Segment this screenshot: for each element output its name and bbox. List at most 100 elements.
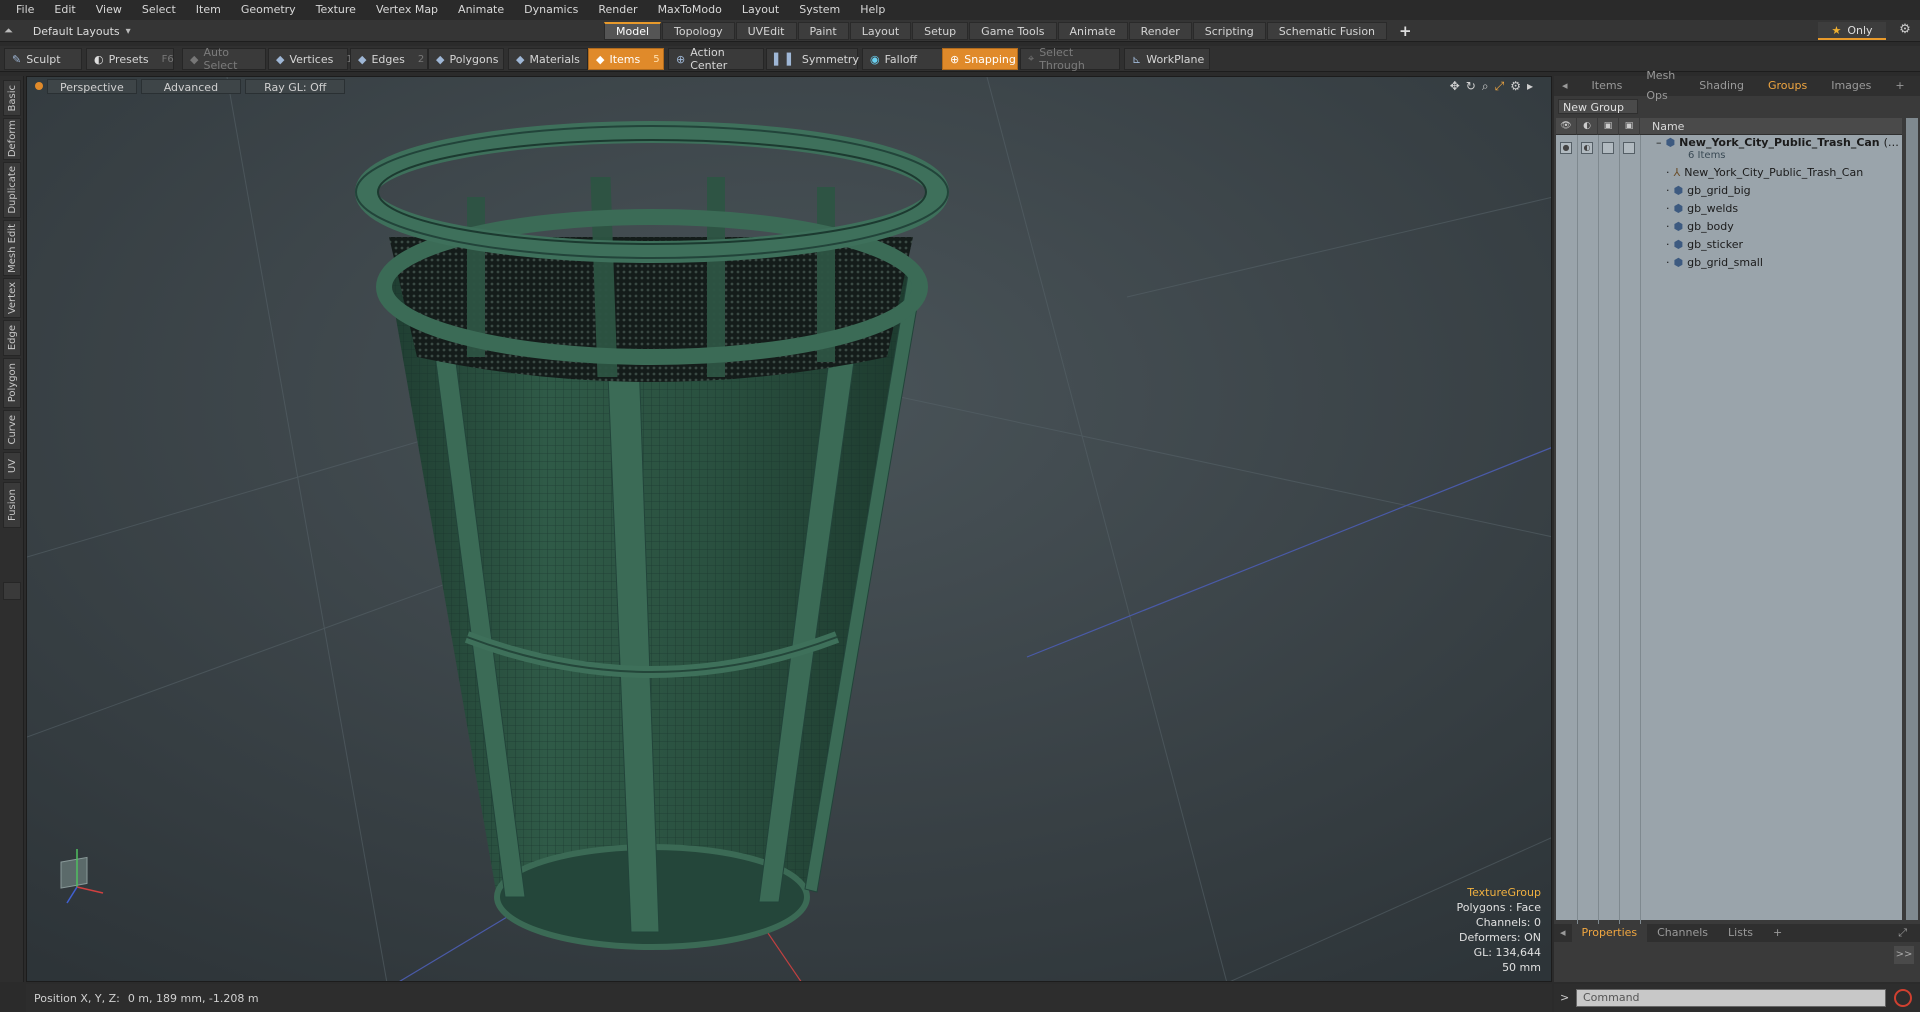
edges-button[interactable]: ◆ Edges 2 xyxy=(350,48,428,70)
tab-uv[interactable]: UV xyxy=(3,452,21,480)
menu-maxtomodo[interactable]: MaxToModo xyxy=(648,0,732,20)
tab-groups[interactable]: Groups xyxy=(1756,76,1819,96)
tab-shading[interactable]: Shading xyxy=(1687,76,1756,96)
expand-icon[interactable]: – xyxy=(1656,136,1662,149)
snapping-button[interactable]: ⊕ Snapping xyxy=(942,48,1018,70)
action-center-button[interactable]: ⊕ Action Center xyxy=(668,46,764,72)
tab-setup[interactable]: Setup xyxy=(912,22,969,40)
strip-toggle[interactable] xyxy=(3,582,21,600)
layout-selector[interactable]: ⏶ Default Layouts ▾ xyxy=(4,22,131,40)
tree-row[interactable]: · ⬢ gb_sticker xyxy=(1556,235,1902,253)
tab-schematic-fusion[interactable]: Schematic Fusion xyxy=(1266,22,1388,40)
add-panel-tab-icon[interactable]: + xyxy=(1883,76,1916,96)
tab-lists[interactable]: Lists xyxy=(1718,924,1763,942)
vertices-button[interactable]: ◆ Vertices 1 xyxy=(268,48,353,70)
menu-item[interactable]: Item xyxy=(186,0,231,20)
workplane-button[interactable]: ⊾ WorkPlane xyxy=(1124,48,1210,70)
menu-system[interactable]: System xyxy=(789,0,850,20)
view-type-button[interactable]: Perspective xyxy=(47,78,137,94)
tab-curve[interactable]: Curve xyxy=(3,410,21,450)
tab-animate[interactable]: Animate xyxy=(1057,22,1128,40)
command-input[interactable]: Command xyxy=(1576,989,1886,1007)
materials-button[interactable]: ◆ Materials xyxy=(508,48,588,70)
rotate-view-icon[interactable]: ↻ xyxy=(1466,79,1476,94)
render-header-icon[interactable]: ◐ xyxy=(1577,117,1598,135)
select-through-button[interactable]: ⌖ Select Through xyxy=(1020,46,1120,72)
tab-topology[interactable]: Topology xyxy=(662,22,735,40)
tree-row[interactable]: · ⬢ gb_grid_big xyxy=(1556,181,1902,199)
tab-deform[interactable]: Deform xyxy=(3,118,21,160)
stop-icon[interactable] xyxy=(1894,989,1912,1007)
raygl-button[interactable]: Ray GL: Off xyxy=(245,78,346,94)
tab-game-tools[interactable]: Game Tools xyxy=(969,22,1057,40)
tab-layout[interactable]: Layout xyxy=(849,22,912,40)
tab-render[interactable]: Render xyxy=(1128,22,1192,40)
tab-mesh-ops[interactable]: Mesh Ops xyxy=(1634,66,1687,106)
view-settings-icon[interactable]: ⚙ xyxy=(1510,79,1521,94)
tab-properties[interactable]: Properties xyxy=(1571,924,1648,942)
group-visibility-icon[interactable]: ● xyxy=(1560,142,1572,154)
tab-polygon[interactable]: Polygon xyxy=(3,358,21,408)
3d-viewport[interactable]: Perspective Advanced Ray GL: Off ✥ ↻ ⌕ ⤢… xyxy=(26,76,1552,982)
group-select-toggle[interactable] xyxy=(1623,142,1635,154)
menu-animate[interactable]: Animate xyxy=(448,0,514,20)
shading-button[interactable]: Advanced xyxy=(140,78,242,94)
expand-arrow-icon[interactable]: ▸ xyxy=(1527,79,1533,94)
tree-row[interactable]: · ⅄ New_York_City_Public_Trash_Can xyxy=(1556,163,1902,181)
collapse-icon[interactable]: ⏶ xyxy=(4,24,13,38)
name-column-header[interactable]: Name xyxy=(1640,120,1684,133)
lock-header-icon[interactable]: ▣ xyxy=(1598,117,1619,135)
group-render-icon[interactable]: ◐ xyxy=(1581,142,1593,154)
menu-help[interactable]: Help xyxy=(850,0,895,20)
tree-row[interactable]: · ⬢ gb_grid_small xyxy=(1556,253,1902,271)
tab-mesh-edit[interactable]: Mesh Edit xyxy=(3,220,21,276)
tree-row[interactable]: · ⬢ gb_body xyxy=(1556,217,1902,235)
presets-button[interactable]: ◐ Presets F6 xyxy=(86,48,174,70)
menu-texture[interactable]: Texture xyxy=(306,0,366,20)
polygons-button[interactable]: ◆ Polygons xyxy=(428,48,504,70)
panel-collapse-icon[interactable]: ◂ xyxy=(1554,76,1580,96)
tab-items[interactable]: Items xyxy=(1580,76,1635,96)
bottom-collapse-icon[interactable]: ◂ xyxy=(1554,924,1572,942)
tab-vertex[interactable]: Vertex xyxy=(3,278,21,318)
zoom-view-icon[interactable]: ⌕ xyxy=(1482,79,1489,94)
new-group-button[interactable]: New Group xyxy=(1558,99,1638,114)
group-lock-toggle[interactable] xyxy=(1602,142,1614,154)
add-bottom-tab-icon[interactable]: + xyxy=(1763,924,1792,942)
add-tab-icon[interactable]: + xyxy=(1388,22,1423,40)
tab-fusion[interactable]: Fusion xyxy=(3,482,21,528)
items-button[interactable]: ◆ Items 5 xyxy=(588,48,664,70)
tab-model[interactable]: Model xyxy=(604,22,662,40)
more-icon[interactable]: >> xyxy=(1894,946,1914,964)
menu-render[interactable]: Render xyxy=(588,0,647,20)
tab-channels[interactable]: Channels xyxy=(1647,924,1718,942)
tab-paint[interactable]: Paint xyxy=(797,22,849,40)
tab-scripting[interactable]: Scripting xyxy=(1192,22,1266,40)
tab-basic[interactable]: Basic xyxy=(3,80,21,116)
bottom-maximize-icon[interactable]: ⤢ xyxy=(1888,924,1917,942)
select-header-icon[interactable]: ▣ xyxy=(1619,117,1640,135)
symmetry-button[interactable]: ▌▐ Symmetry xyxy=(766,48,859,70)
menu-dynamics[interactable]: Dynamics xyxy=(514,0,588,20)
tab-duplicate[interactable]: Duplicate xyxy=(3,162,21,218)
auto-select-button[interactable]: ◆ Auto Select xyxy=(182,46,266,72)
viewport-menu-dot[interactable] xyxy=(35,82,43,90)
only-button[interactable]: ★ Only xyxy=(1818,22,1886,40)
tree-row[interactable]: · ⬢ gb_welds xyxy=(1556,199,1902,217)
maximize-view-icon[interactable]: ⤢ xyxy=(1495,79,1505,94)
menu-edit[interactable]: Edit xyxy=(44,0,85,20)
menu-select[interactable]: Select xyxy=(132,0,186,20)
menu-layout[interactable]: Layout xyxy=(732,0,789,20)
tree-scrollbar[interactable] xyxy=(1906,118,1918,920)
visibility-header-icon[interactable]: 👁 xyxy=(1556,117,1577,135)
tab-edge[interactable]: Edge xyxy=(3,320,21,356)
menu-vertex-map[interactable]: Vertex Map xyxy=(366,0,448,20)
falloff-button[interactable]: ◉ Falloff xyxy=(862,48,944,70)
menu-geometry[interactable]: Geometry xyxy=(231,0,306,20)
sculpt-button[interactable]: ✎ Sculpt xyxy=(4,48,82,70)
menu-file[interactable]: File xyxy=(6,0,44,20)
move-view-icon[interactable]: ✥ xyxy=(1450,79,1460,94)
tab-images[interactable]: Images xyxy=(1819,76,1883,96)
menu-view[interactable]: View xyxy=(86,0,132,20)
gear-icon[interactable]: ⚙ xyxy=(1896,22,1914,40)
